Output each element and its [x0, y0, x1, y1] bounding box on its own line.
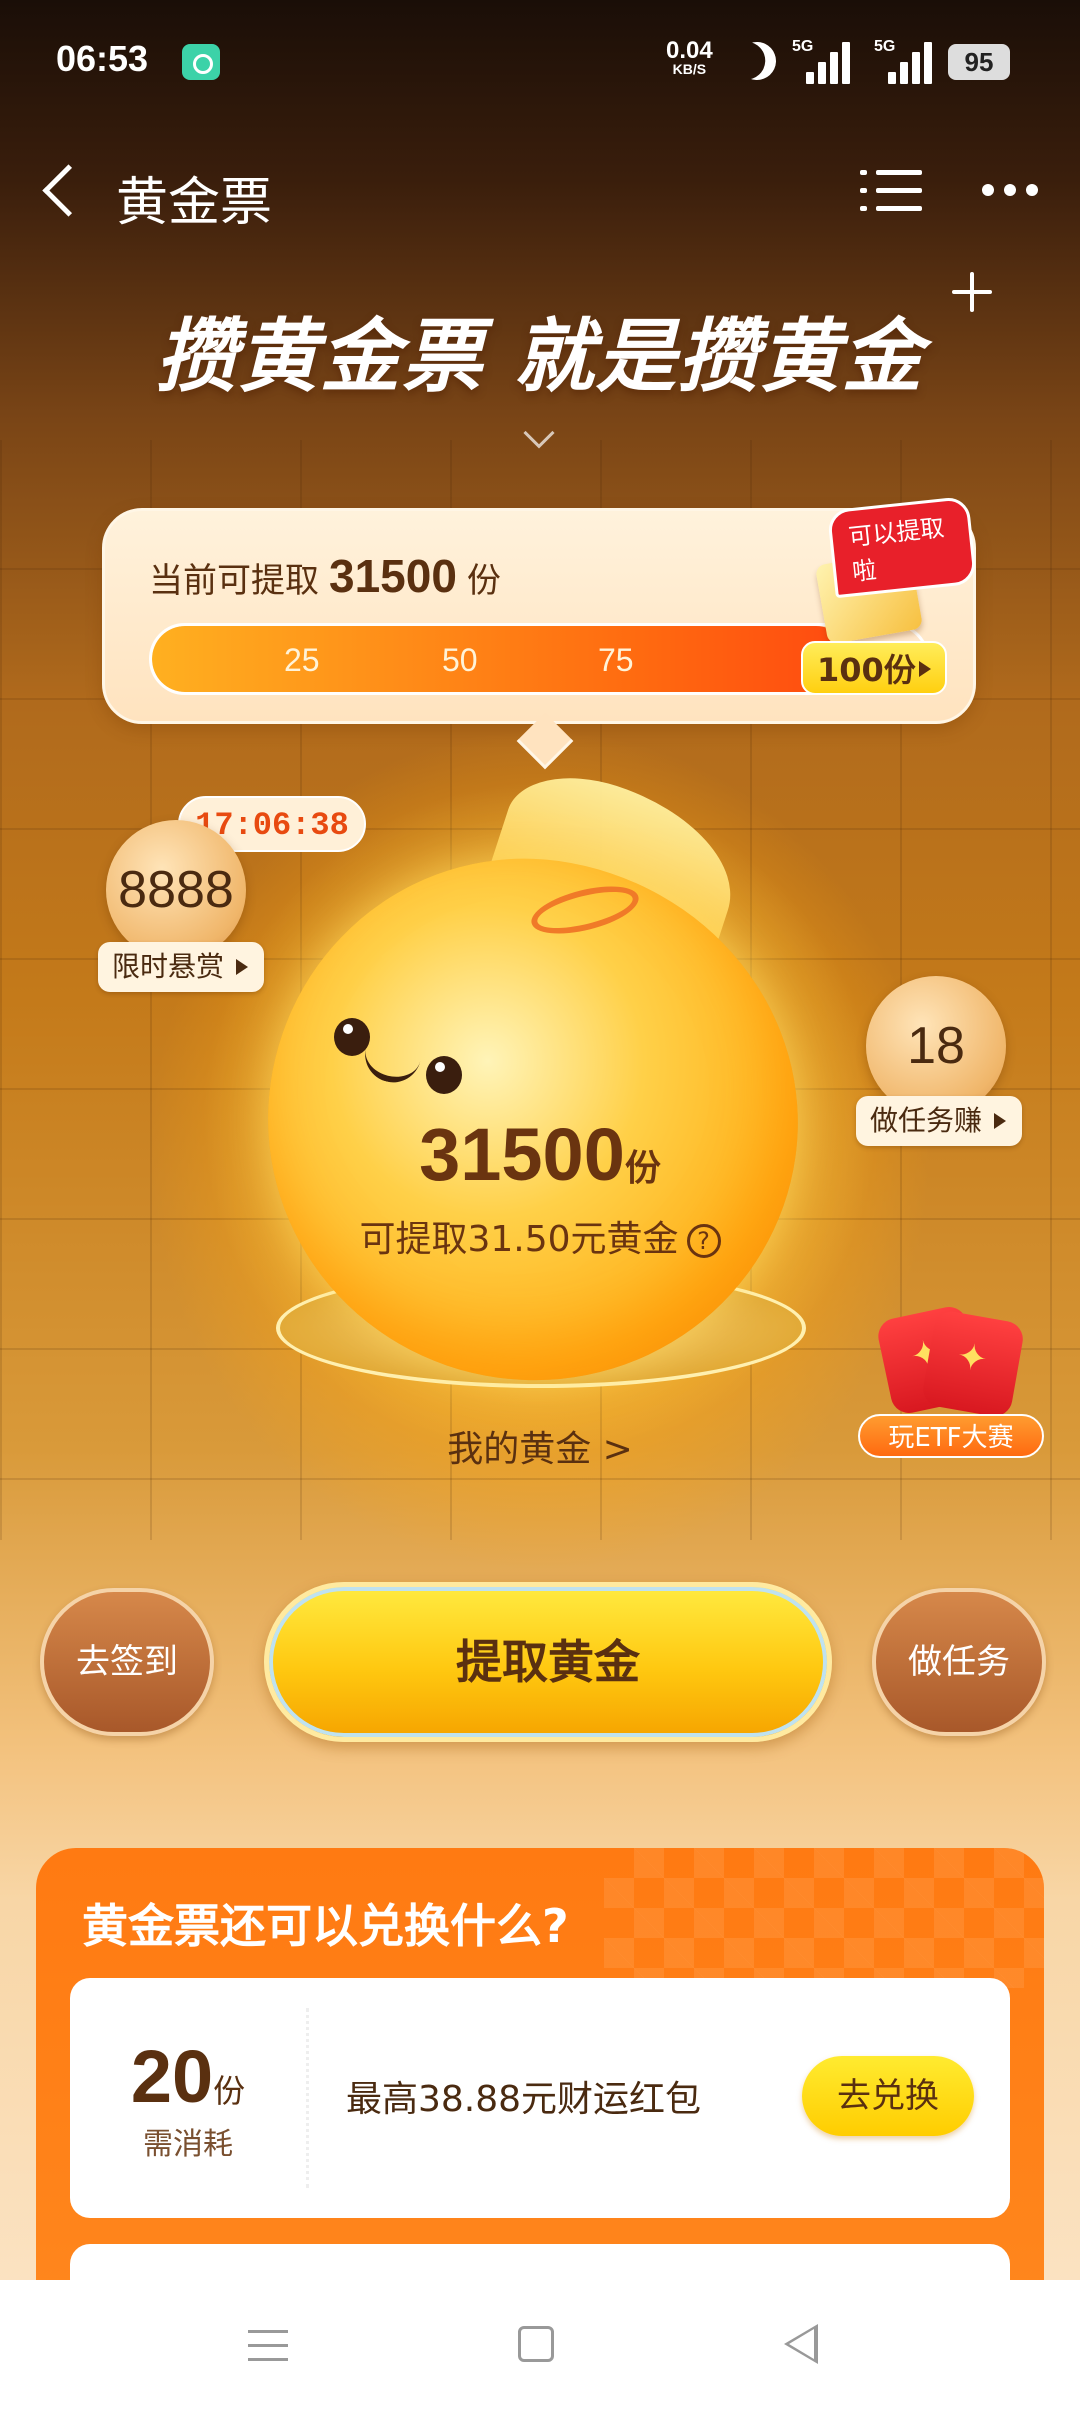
battery-indicator: 95	[948, 44, 1010, 80]
signal-label: 5G	[792, 38, 814, 55]
net-speed-value: 0.04	[666, 37, 713, 64]
progress-bar-fill	[152, 626, 849, 692]
recent-apps-icon[interactable]	[248, 2328, 288, 2364]
signal-5g-icon-2: 5G	[874, 38, 932, 84]
progress-tick: 75	[598, 642, 634, 678]
withdraw-progress-card[interactable]: 当前可提取 31500 份 25 50 75 可以提取啦 100份	[102, 495, 978, 770]
question-circle-icon[interactable]: ?	[686, 1224, 721, 1258]
signal-5g-icon: 5G	[792, 38, 850, 84]
do-not-disturb-moon-icon	[733, 37, 782, 86]
bag-eye-right	[426, 1056, 462, 1094]
app-header: 黄金票	[0, 150, 1080, 233]
status-time: 06:53	[56, 38, 149, 79]
signal-label-2: 5G	[874, 38, 896, 55]
slogan-banner: 攒黄金票 就是攒黄金	[156, 310, 924, 403]
progress-label: 当前可提取 31500 份	[149, 549, 501, 603]
status-bar: 06:53 0.04 KB/S 5G 5G 95	[0, 0, 1080, 130]
progress-amount: 31500	[329, 550, 457, 602]
limited-reward-label[interactable]: 限时悬赏	[98, 942, 265, 992]
task-button[interactable]: 做任务	[872, 1588, 1046, 1736]
progress-label-suffix: 份	[466, 561, 501, 601]
exchange-title: 黄金票还可以兑换什么?	[82, 1899, 569, 1953]
withdraw-gold-button[interactable]: 提取黄金	[264, 1582, 832, 1742]
progress-tick: 50	[442, 642, 478, 678]
bag-amount-unit: 份	[624, 1148, 661, 1189]
back-triangle-icon[interactable]	[784, 2324, 818, 2364]
task-earn-label[interactable]: 做任务赚	[856, 1096, 1023, 1146]
target-badge-button[interactable]: 100份	[801, 641, 947, 695]
bag-amount-value: 31500	[419, 1113, 625, 1196]
exchange-divider	[306, 2008, 309, 2188]
bag-withdrawable-text: 可提取31.50元黄金?	[0, 1210, 1080, 1262]
task-earn-bubble[interactable]: 18	[866, 976, 1006, 1116]
progress-label-prefix: 当前可提取	[149, 561, 319, 601]
withdraw-ready-tag: 可以提取啦	[826, 495, 978, 599]
net-speed: 0.04 KB/S	[666, 37, 713, 77]
exchange-description: 最高38.88元财运红包	[346, 2079, 702, 2120]
more-options-icon[interactable]	[978, 170, 1044, 210]
red-envelope-icon[interactable]	[875, 1302, 1026, 1420]
exchange-button[interactable]: 去兑换	[802, 2056, 974, 2136]
exchange-cost-value: 20	[130, 2035, 214, 2118]
sparkle-icon	[952, 272, 992, 312]
exchange-cost-unit: 份	[213, 2073, 246, 2109]
page-title: 黄金票	[116, 173, 273, 233]
etf-contest-button[interactable]: 玩ETF大赛	[858, 1414, 1044, 1458]
system-nav-bar	[0, 2280, 1080, 2412]
net-speed-unit: KB/S	[672, 61, 707, 77]
exchange-item[interactable]: 20份 需消耗 最高38.88元财运红包 去兑换	[70, 1978, 1010, 2218]
exchange-cost: 20份 需消耗	[70, 1978, 306, 2218]
bag-sub-text: 可提取31.50元黄金	[359, 1219, 679, 1260]
exchange-cost-label: 需消耗	[143, 2127, 233, 2162]
signin-button[interactable]: 去签到	[40, 1588, 214, 1736]
notification-app-icon	[182, 44, 220, 80]
limited-reward-bubble[interactable]: 8888	[106, 820, 246, 960]
list-menu-icon[interactable]	[860, 166, 926, 216]
checker-decoration	[604, 1848, 1044, 1988]
home-icon[interactable]	[518, 2326, 554, 2362]
progress-tick: 25	[284, 642, 320, 678]
back-arrow-icon[interactable]	[36, 164, 86, 214]
